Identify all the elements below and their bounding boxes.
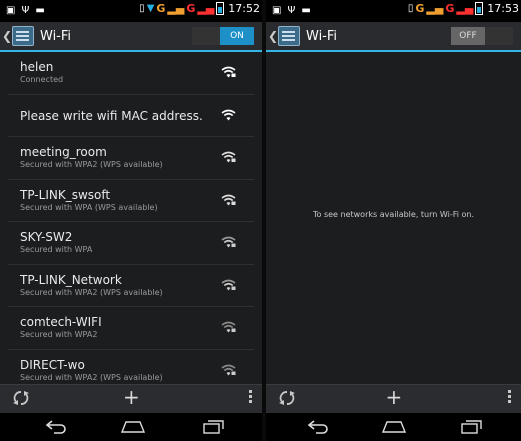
network-type-label: G bbox=[415, 2, 425, 15]
battery-icon bbox=[475, 2, 484, 15]
network-security: Secured with WPA2 bbox=[20, 330, 98, 339]
network-security: Secured with WPA2 (WPS available) bbox=[20, 160, 163, 169]
notification-image-icon: ▣ bbox=[272, 5, 282, 16]
home-icon[interactable] bbox=[381, 418, 407, 438]
usb-icon: Ψ bbox=[287, 5, 296, 16]
network-ssid: DIRECT-wo bbox=[20, 357, 85, 372]
network-type-label-2: G bbox=[186, 2, 196, 15]
bottom-action-bar: + bbox=[0, 384, 262, 413]
add-network-button[interactable]: + bbox=[386, 386, 403, 408]
navigation-bar bbox=[266, 413, 521, 441]
back-icon[interactable] bbox=[306, 418, 330, 438]
wps-icon[interactable] bbox=[12, 389, 30, 411]
wifi-settings-off: ▣ Ψ ▬ ▯ G ▂▄ G ▂▄ 17:53 ❮ Wi-Fi OFF To s… bbox=[266, 0, 521, 441]
settings-app-icon[interactable] bbox=[278, 26, 300, 46]
wifi-locked-icon bbox=[221, 194, 236, 206]
signal-icon-2: ▂▄ bbox=[197, 2, 215, 15]
overflow-menu-icon[interactable] bbox=[249, 390, 252, 405]
wifi-settings-on: ▣ Ψ ▬ ▯ ▼ G ▂▄ G ▂▄ 17:52 ❮ Wi-Fi ON hel… bbox=[0, 0, 262, 441]
vibrate-icon: ▯ bbox=[139, 2, 145, 14]
wifi-locked-icon bbox=[221, 364, 236, 376]
network-item[interactable]: TP-LINK_Network Secured with WPA2 (WPS a… bbox=[8, 265, 254, 307]
wifi-locked-icon bbox=[221, 236, 236, 248]
status-bar: ▣ Ψ ▬ ▯ ▼ G ▂▄ G ▂▄ 17:52 bbox=[0, 0, 262, 22]
network-item[interactable]: Please write wifi MAC address. bbox=[8, 95, 254, 137]
network-item[interactable]: TP-LINK_swsoft Secured with WPA (WPS ava… bbox=[8, 180, 254, 222]
network-item[interactable]: SKY-SW2 Secured with WPA bbox=[8, 222, 254, 265]
status-bar: ▣ Ψ ▬ ▯ G ▂▄ G ▂▄ 17:53 bbox=[266, 0, 521, 22]
screenshot-pair: ▣ Ψ ▬ ▯ ▼ G ▂▄ G ▂▄ 17:52 ❮ Wi-Fi ON hel… bbox=[0, 0, 521, 441]
network-security: Secured with WPA (WPS available) bbox=[20, 202, 158, 212]
network-ssid: TP-LINK_swsoft bbox=[20, 187, 111, 202]
clock: 17:53 bbox=[487, 2, 519, 15]
wifi-locked-icon bbox=[221, 279, 236, 291]
usb-icon: Ψ bbox=[21, 5, 30, 16]
signal-icon: ▂▄ bbox=[426, 2, 444, 15]
network-ssid: meeting_room bbox=[20, 145, 107, 159]
network-ssid: SKY-SW2 bbox=[20, 230, 73, 244]
wifi-open-icon bbox=[221, 109, 236, 121]
wps-icon[interactable] bbox=[278, 389, 296, 411]
network-item[interactable]: helen Connected bbox=[8, 52, 254, 95]
wifi-toggle[interactable]: OFF bbox=[451, 27, 513, 45]
home-icon[interactable] bbox=[120, 418, 146, 438]
network-security: Secured with WPA2 (WPS available) bbox=[20, 287, 163, 297]
action-bar: ❮ Wi-Fi OFF bbox=[266, 22, 521, 52]
vibrate-icon: ▯ bbox=[407, 2, 414, 14]
network-ssid: comtech-WIFI bbox=[20, 315, 102, 329]
navigation-bar bbox=[0, 413, 262, 441]
network-ssid: helen bbox=[20, 60, 54, 74]
network-security: Secured with WPA2 (WPS available) bbox=[20, 372, 163, 382]
add-network-button[interactable]: + bbox=[123, 386, 140, 408]
notification-icon: ▬ bbox=[35, 5, 45, 16]
battery-icon bbox=[216, 2, 225, 15]
recents-icon[interactable] bbox=[202, 418, 226, 438]
network-list: helen Connected Please write wifi MAC ad… bbox=[0, 52, 262, 392]
network-item[interactable]: comtech-WIFI Secured with WPA2 bbox=[8, 307, 254, 350]
wifi-status-icon: ▼ bbox=[146, 2, 155, 14]
wifi-toggle-label: OFF bbox=[451, 27, 485, 45]
wifi-locked-icon bbox=[221, 66, 236, 78]
overflow-menu-icon[interactable] bbox=[508, 390, 511, 405]
signal-icon: ▂▄ bbox=[167, 2, 185, 15]
network-item[interactable]: meeting_room Secured with WPA2 (WPS avai… bbox=[8, 137, 254, 180]
network-ssid: TP-LINK_Network bbox=[20, 272, 122, 287]
network-status: Connected bbox=[20, 75, 64, 84]
settings-app-icon[interactable] bbox=[12, 26, 34, 46]
action-bar: ❮ Wi-Fi ON bbox=[0, 22, 262, 52]
network-type-label: G bbox=[156, 2, 166, 15]
page-title: Wi-Fi bbox=[40, 28, 72, 44]
back-icon[interactable] bbox=[44, 418, 68, 438]
clock: 17:52 bbox=[228, 2, 260, 15]
network-ssid: Please write wifi MAC address. bbox=[20, 108, 203, 123]
notification-image-icon: ▣ bbox=[6, 5, 16, 16]
empty-state-message: To see networks available, turn Wi-Fi on… bbox=[312, 210, 475, 219]
wifi-locked-icon bbox=[221, 151, 236, 163]
page-title: Wi-Fi bbox=[306, 28, 338, 44]
bottom-action-bar: + bbox=[266, 384, 521, 413]
recents-icon[interactable] bbox=[460, 418, 484, 438]
network-type-label-2: G bbox=[445, 2, 455, 15]
notification-icon: ▬ bbox=[301, 5, 311, 16]
wifi-toggle[interactable]: ON bbox=[192, 27, 254, 45]
network-security: Secured with WPA bbox=[20, 245, 93, 254]
wifi-toggle-label: ON bbox=[220, 27, 254, 45]
up-navigation-icon[interactable]: ❮ bbox=[2, 29, 12, 43]
signal-icon-2: ▂▄ bbox=[456, 2, 474, 15]
wifi-locked-icon bbox=[221, 321, 236, 333]
up-navigation-icon[interactable]: ❮ bbox=[268, 29, 278, 43]
